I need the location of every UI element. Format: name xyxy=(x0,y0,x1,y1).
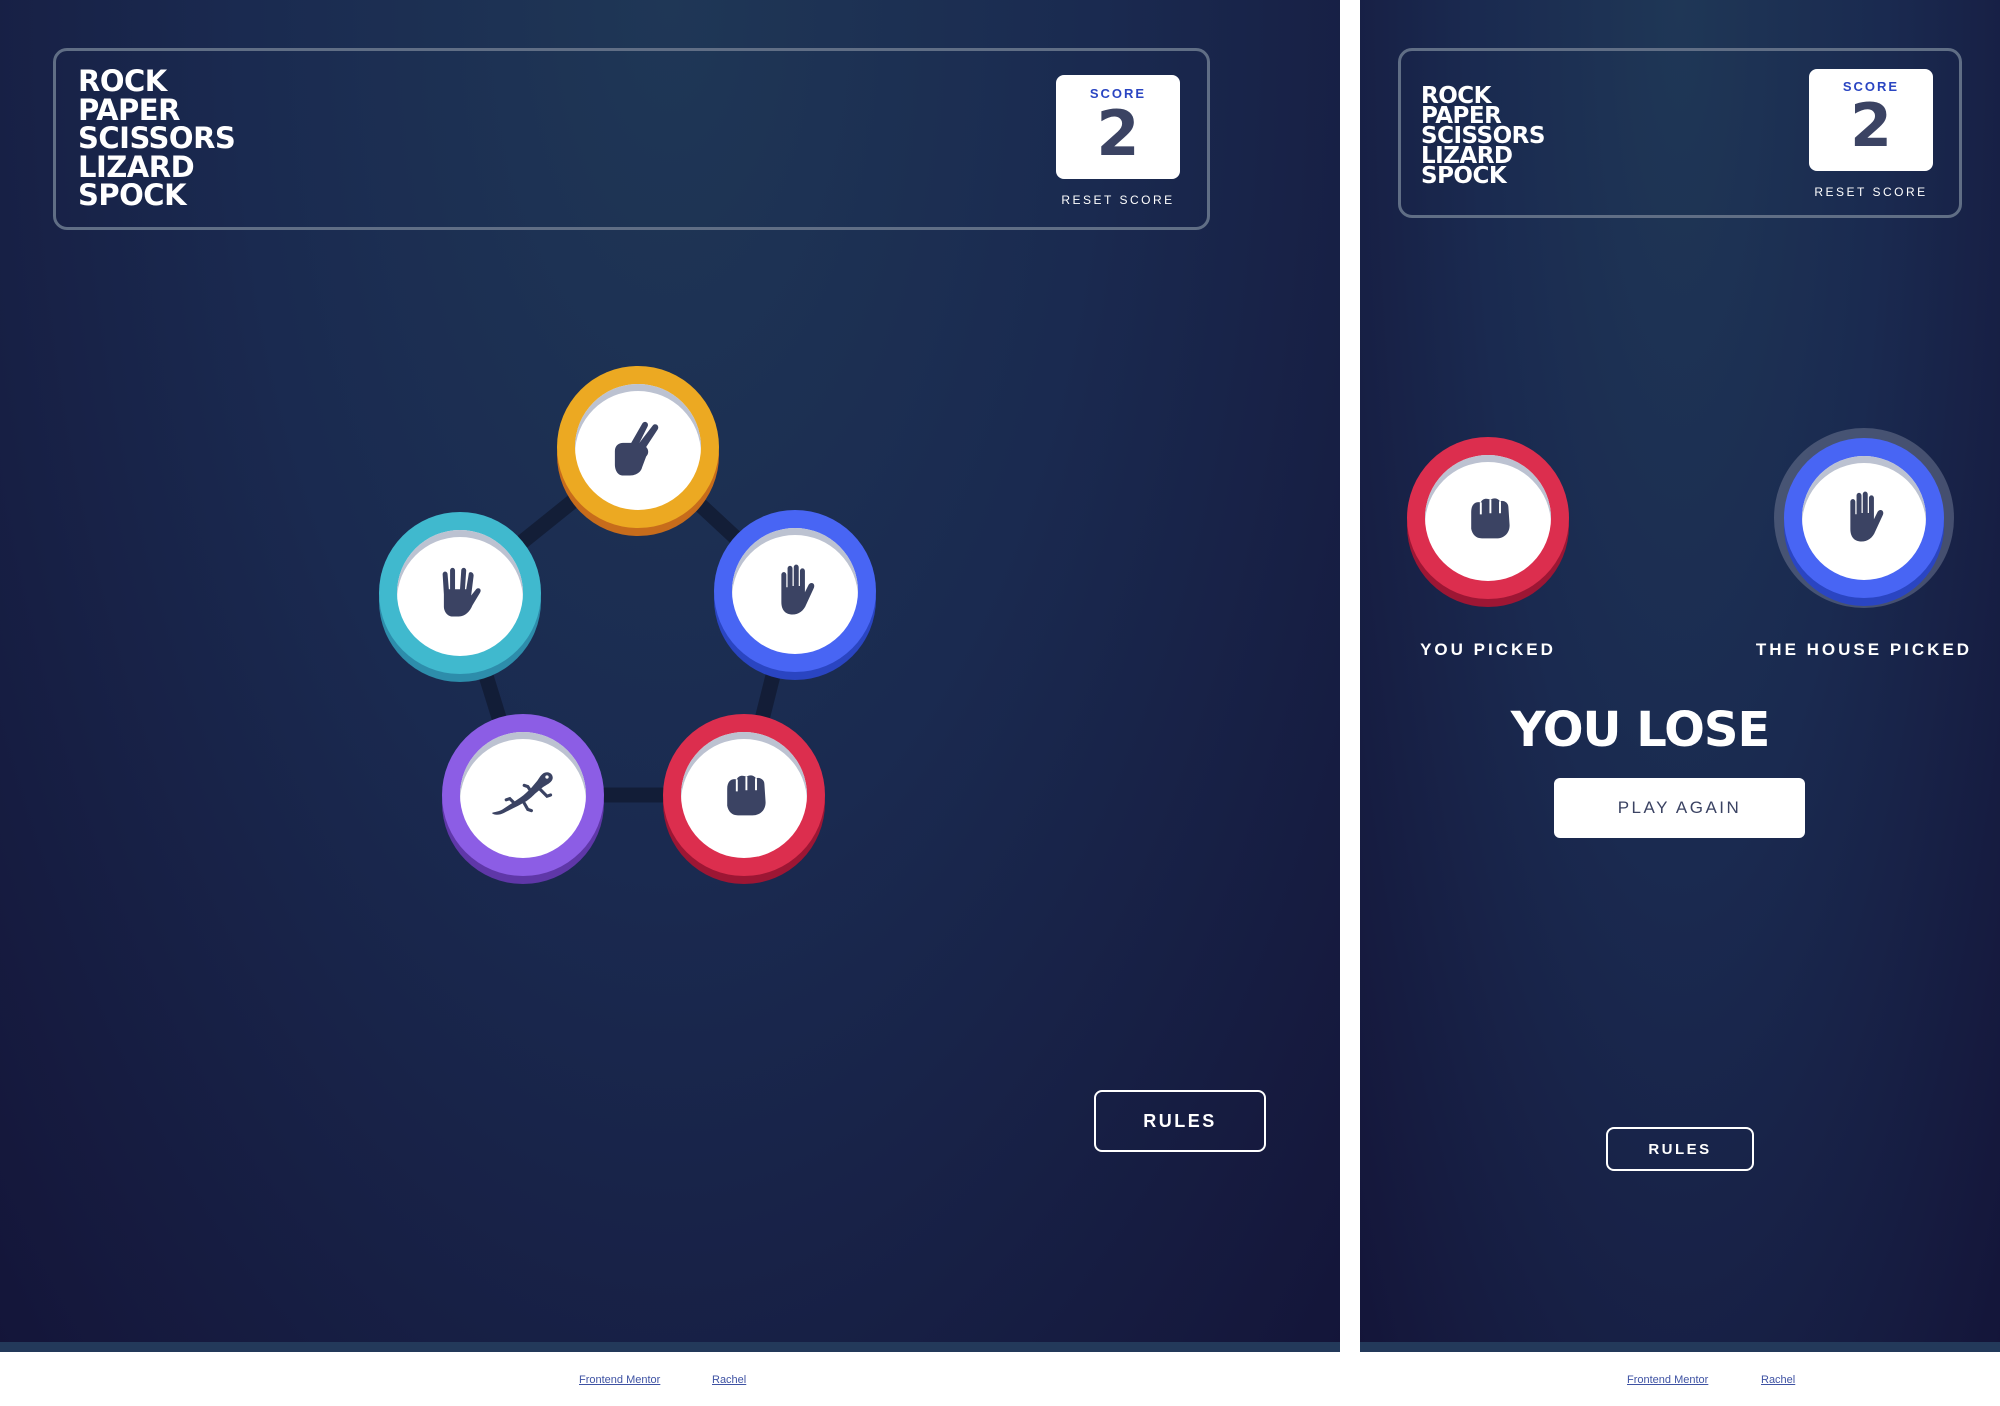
paper-hand-icon xyxy=(1833,487,1895,549)
header-bar: ROCK PAPER SCISSORS LIZARD SPOCK SCORE 2… xyxy=(1398,48,1962,218)
footer-link-rachel[interactable]: Rachel xyxy=(712,1374,746,1386)
chip-scissors[interactable] xyxy=(557,366,719,528)
rock-hand-icon xyxy=(1458,488,1518,548)
title-line-spock: SPOCK xyxy=(1421,163,1507,189)
play-again-button[interactable]: PLAY AGAIN xyxy=(1554,778,1805,838)
chip-rock[interactable] xyxy=(663,714,825,876)
rock-hand-icon xyxy=(714,765,774,825)
rules-button[interactable]: RULES xyxy=(1606,1127,1754,1171)
chip-paper[interactable] xyxy=(714,510,876,672)
game-screen-choose: ROCK PAPER SCISSORS LIZARD SPOCK SCORE 2… xyxy=(0,0,1340,1352)
score-box: SCORE 2 xyxy=(1809,69,1933,171)
footer-link-frontend-mentor[interactable]: Frontend Mentor xyxy=(1627,1374,1708,1386)
game-title: ROCK PAPER SCISSORS LIZARD SPOCK xyxy=(1421,85,1545,189)
lizard-icon xyxy=(487,765,559,825)
chip-lizard[interactable] xyxy=(442,714,604,876)
paper-hand-icon xyxy=(764,560,826,622)
house-choice-chip-paper xyxy=(1784,438,1944,598)
user-choice-chip-rock xyxy=(1407,437,1569,599)
house-picked-label: THE HOUSE PICKED xyxy=(1755,640,1973,659)
you-picked-label: YOU PICKED xyxy=(1420,640,1556,659)
spock-hand-icon xyxy=(429,562,491,624)
bottom-strip xyxy=(0,1342,1340,1352)
rules-button[interactable]: RULES xyxy=(1094,1090,1266,1152)
footer-link-frontend-mentor[interactable]: Frontend Mentor xyxy=(579,1374,660,1386)
reset-score-button[interactable]: RESET SCORE xyxy=(1809,185,1933,199)
chip-spock[interactable] xyxy=(379,512,541,674)
score-value: 2 xyxy=(1850,91,1892,161)
bottom-strip xyxy=(1360,1342,2000,1352)
scissors-hand-icon xyxy=(604,413,672,481)
footer-link-rachel[interactable]: Rachel xyxy=(1761,1374,1795,1386)
game-screen-result: ROCK PAPER SCISSORS LIZARD SPOCK SCORE 2… xyxy=(1360,0,2000,1352)
result-text: YOU LOSE xyxy=(1510,702,1771,758)
